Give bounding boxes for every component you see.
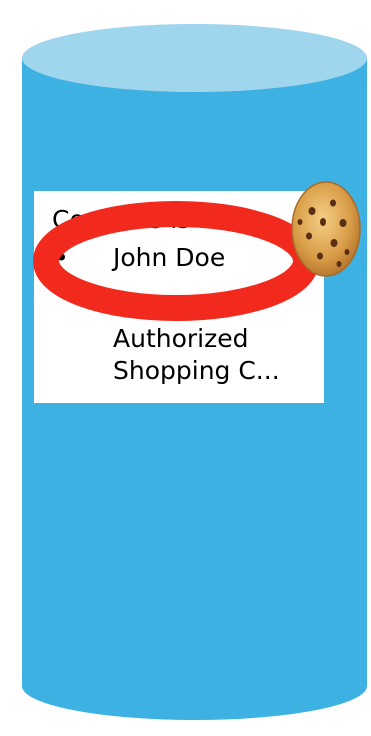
list-item-text: John Doe xyxy=(113,243,226,272)
list-item: • Authorized Shopping C... xyxy=(34,275,324,385)
diagram-canvas: Cookie C is for: • John Doe • Authorized… xyxy=(0,0,371,736)
list-item: • John Doe xyxy=(34,243,324,277)
cylinder-top xyxy=(22,24,367,92)
card-title: Cookie C is for: xyxy=(52,205,241,234)
list-item-text: Authorized Shopping C... xyxy=(113,324,280,385)
bullet-icon: • xyxy=(54,275,69,304)
bullet-icon: • xyxy=(54,243,69,272)
cylinder-bottom xyxy=(22,652,367,720)
cookie-info-card: Cookie C is for: • John Doe • Authorized… xyxy=(34,191,324,403)
